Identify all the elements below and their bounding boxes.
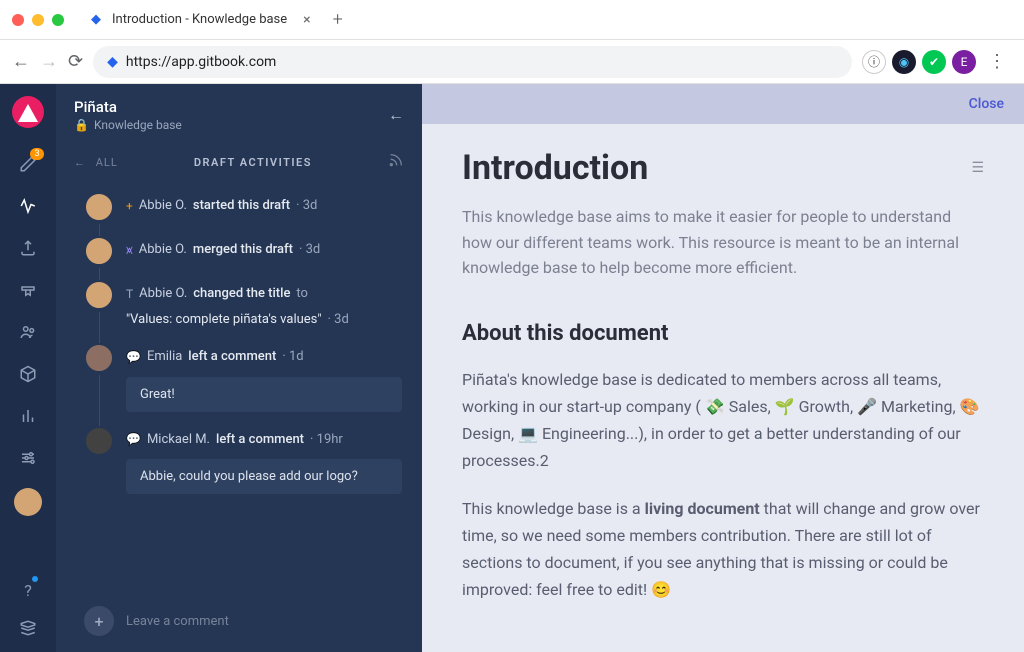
activity-sidebar: Piñata 🔒 Knowledge base ← ← ALL DRAFT AC… <box>56 84 422 652</box>
close-bar: Close <box>422 84 1024 124</box>
section-title: DRAFT ACTIVITIES <box>194 156 312 169</box>
url-bar[interactable]: ◆ https://app.gitbook.com <box>93 46 852 78</box>
team-icon[interactable] <box>16 320 40 344</box>
extension-icon[interactable]: ⓘ <box>862 50 886 74</box>
extension-icon[interactable]: ◉ <box>892 50 916 74</box>
tab-favicon-icon: ◆ <box>88 12 104 28</box>
body-paragraph: Piñata's knowledge base is dedicated to … <box>462 366 984 475</box>
analytics-icon[interactable] <box>16 404 40 428</box>
comment-icon: 💬 <box>126 430 141 448</box>
edit-icon[interactable]: 3 <box>16 152 40 176</box>
tab-title: Introduction - Knowledge base <box>112 12 287 27</box>
avatar <box>84 343 114 373</box>
timeline-item: ⩙ Abbie O. merged this draft · 3d <box>84 236 402 280</box>
timeline-item: 💬 Mickael M. left a comment · 19hr Abbie… <box>84 426 402 509</box>
comment-body[interactable]: Great! <box>126 377 402 412</box>
close-window-button[interactable] <box>12 14 24 26</box>
activity-icon[interactable] <box>16 194 40 218</box>
toolbar-extensions: ⓘ ◉ ✔ E ⋮ <box>862 50 1012 74</box>
feed-icon[interactable] <box>388 152 404 172</box>
browser-tab[interactable]: ◆ Introduction - Knowledge base × <box>76 4 323 36</box>
avatar <box>84 280 114 310</box>
help-icon[interactable]: ? <box>16 578 40 602</box>
main-content: Close Introduction ☰ This knowledge base… <box>422 84 1024 652</box>
collapse-sidebar-button[interactable]: ← <box>388 105 404 125</box>
timeline-item: T Abbie O. changed the title to "Values:… <box>84 280 402 343</box>
site-identity-icon: ◆ <box>107 54 118 70</box>
maximize-window-button[interactable] <box>52 14 64 26</box>
plus-icon: + <box>126 197 133 215</box>
minimize-window-button[interactable] <box>32 14 44 26</box>
edit-badge: 3 <box>30 148 44 160</box>
lock-icon: 🔒 <box>74 118 89 132</box>
reload-button[interactable]: ⟳ <box>68 51 83 72</box>
user-avatar[interactable] <box>14 488 42 516</box>
outline-icon[interactable]: ☰ <box>971 160 984 176</box>
design-icon[interactable] <box>16 278 40 302</box>
close-button[interactable]: Close <box>969 96 1004 112</box>
close-tab-icon[interactable]: × <box>303 12 310 28</box>
settings-icon[interactable] <box>16 446 40 470</box>
avatar <box>84 192 114 222</box>
org-logo-icon[interactable] <box>12 96 44 128</box>
sidebar-header: Piñata 🔒 Knowledge base ← <box>56 84 422 142</box>
library-icon[interactable] <box>16 616 40 640</box>
comment-body[interactable]: Abbie, could you please add our logo? <box>126 459 402 494</box>
leave-comment-row: + Leave a comment <box>56 600 422 652</box>
draft-activities-header: ← ALL DRAFT ACTIVITIES <box>56 142 422 182</box>
leave-comment-input[interactable]: Leave a comment <box>126 614 229 629</box>
body-paragraph: This knowledge base is a living document… <box>462 495 984 604</box>
org-name: Piñata <box>74 98 376 116</box>
timeline-item: 💬 Emilia left a comment · 1d Great! <box>84 343 402 426</box>
icon-rail: 3 ? <box>0 84 56 652</box>
comment-icon: 💬 <box>126 348 141 366</box>
section-heading: About this document <box>462 321 984 346</box>
share-icon[interactable] <box>16 236 40 260</box>
browser-toolbar: ← → ⟳ ◆ https://app.gitbook.com ⓘ ◉ ✔ E … <box>0 40 1024 84</box>
back-button[interactable]: ← <box>12 51 30 72</box>
avatar <box>84 236 114 266</box>
browser-tab-bar: ◆ Introduction - Knowledge base × + <box>0 0 1024 40</box>
text-icon: T <box>126 285 133 303</box>
window-controls <box>0 14 76 26</box>
forward-button[interactable]: → <box>40 51 58 72</box>
url-text: https://app.gitbook.com <box>126 54 276 70</box>
new-tab-button[interactable]: + <box>323 9 353 30</box>
avatar <box>84 426 114 456</box>
notification-dot-icon <box>32 576 38 582</box>
page-title: Introduction <box>462 148 648 188</box>
all-drafts-link[interactable]: ← ALL <box>74 156 118 169</box>
add-comment-button[interactable]: + <box>84 606 114 636</box>
profile-avatar[interactable]: E <box>952 50 976 74</box>
activity-timeline: + Abbie O. started this draft · 3d ⩙ Abb… <box>56 182 422 600</box>
timeline-item: + Abbie O. started this draft · 3d <box>84 192 402 236</box>
merge-icon: ⩙ <box>126 241 133 259</box>
cube-icon[interactable] <box>16 362 40 386</box>
page-intro: This knowledge base aims to make it easi… <box>462 204 984 281</box>
space-name: 🔒 Knowledge base <box>74 118 376 132</box>
extension-icon[interactable]: ✔ <box>922 50 946 74</box>
browser-menu-button[interactable]: ⋮ <box>982 51 1012 72</box>
